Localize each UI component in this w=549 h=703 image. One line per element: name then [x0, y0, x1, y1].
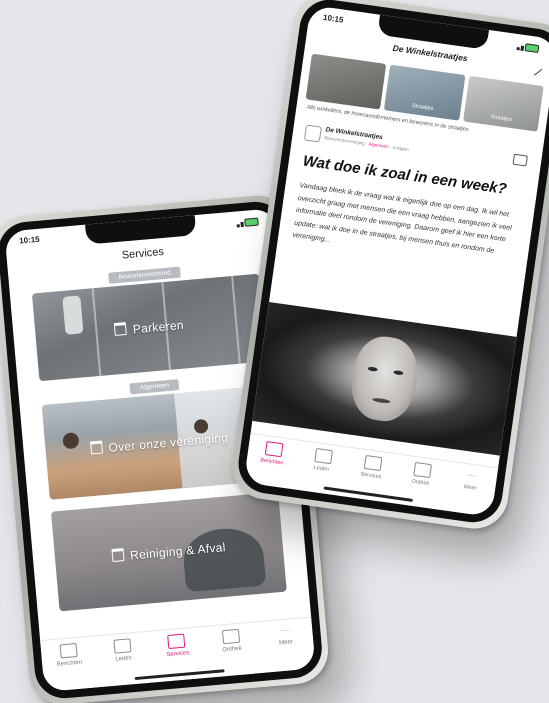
tab-services[interactable]: Services — [349, 453, 396, 482]
mockup-stage: 10:15 Services Bewonersverbond Parkeren … — [0, 0, 549, 703]
card-label-parking: Parkeren — [132, 317, 185, 337]
building-icon — [89, 440, 103, 455]
phone-berichten: 10:15 De Winkelstraatjes Straatjes Straa… — [227, 0, 549, 533]
thumbnail-card[interactable]: Straatjes — [462, 75, 544, 132]
tab-label: Berichten — [259, 457, 284, 467]
thumbnail-card[interactable]: Straatjes — [384, 64, 466, 121]
tab-label: Services — [166, 650, 190, 659]
tab-label: Meer — [278, 639, 294, 647]
more-icon: ··· — [466, 469, 478, 481]
feed-post[interactable]: De Winkelstraatjes Bewonersvereniging · … — [283, 116, 537, 275]
folder-icon — [221, 628, 240, 645]
signal-battery-icon — [236, 216, 263, 228]
portrait-face — [346, 332, 422, 425]
tab-berichten[interactable]: Berichten — [46, 642, 92, 669]
post-photo — [252, 302, 517, 456]
tab-label: Onthek — [411, 478, 430, 488]
mail-icon — [59, 643, 78, 659]
section-chip-algemeen: Algemeen — [129, 379, 180, 395]
thumbnail-card[interactable] — [305, 53, 387, 110]
tab-label: Berichten — [56, 659, 83, 668]
more-icon: ··· — [279, 624, 290, 636]
tab-ledes[interactable]: Ledes — [100, 637, 146, 664]
star-icon — [363, 454, 383, 472]
folder-icon — [412, 461, 432, 479]
people-icon — [313, 447, 333, 465]
photo-shadow — [181, 525, 267, 593]
trash-icon — [111, 548, 125, 563]
parking-icon — [114, 321, 128, 336]
service-card-parking[interactable]: Parkeren — [31, 273, 267, 382]
compose-icon[interactable] — [527, 60, 543, 76]
tab-berichten[interactable]: Berichten — [250, 439, 297, 468]
meta-category-link[interactable]: Algemeen — [368, 141, 389, 149]
tab-meer[interactable]: ··· Meer — [263, 623, 309, 648]
meta-suffix: · 3 dagen — [388, 144, 410, 152]
thumbnail-label: Straatjes — [411, 103, 434, 112]
tab-onthek[interactable]: Onthek — [398, 460, 445, 489]
status-time: 10:15 — [18, 234, 41, 246]
tab-services[interactable]: Services — [154, 632, 200, 659]
tab-label: Ledes — [115, 655, 133, 663]
portrait-eye — [367, 366, 378, 372]
status-time: 10:15 — [322, 12, 345, 25]
star-icon — [167, 633, 186, 649]
thumbnail-label — [306, 94, 381, 104]
tab-meer[interactable]: ··· Meer — [448, 467, 494, 494]
tab-label: Services — [359, 471, 382, 481]
avatar — [303, 124, 322, 143]
portrait-eye — [393, 370, 404, 376]
tab-label: Meer — [463, 483, 477, 492]
tab-leden[interactable]: Leden — [299, 446, 346, 475]
portrait-mouth — [372, 397, 391, 404]
tab-onthek[interactable]: Onthek — [208, 628, 254, 655]
mail-icon — [264, 440, 283, 458]
signal-battery-icon — [516, 41, 544, 54]
service-card-reiniging[interactable]: Reiniging & Afval — [50, 491, 287, 612]
tab-label: Leden — [313, 464, 330, 473]
camera-icon[interactable] — [512, 153, 528, 167]
tab-label: Onthek — [222, 645, 242, 654]
thumbnail-label: Straatjes — [489, 114, 513, 124]
people-icon — [113, 638, 132, 654]
